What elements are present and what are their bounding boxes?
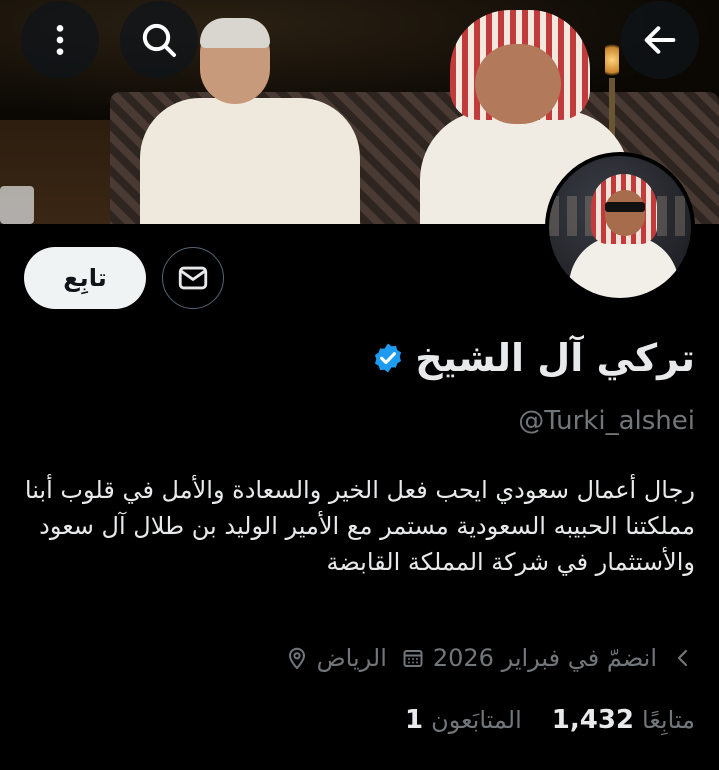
profile-bio: رجال أعمال سعودي ايحب فعل الخير والسعادة… — [24, 476, 695, 576]
location-pin-icon — [288, 647, 305, 670]
more-vertical-icon — [56, 25, 64, 55]
verified-badge-icon — [375, 343, 402, 373]
more-options-button[interactable] — [21, 1, 99, 79]
mail-icon — [178, 266, 208, 290]
profile-name-row: تركي آل الشيخ — [371, 330, 695, 386]
search-icon — [142, 23, 176, 57]
arrow-left-icon — [644, 26, 676, 54]
search-button[interactable] — [120, 1, 198, 79]
joined-item: انضمّ في فبراير 2026 — [401, 644, 657, 672]
follow-button[interactable]: تابِع — [24, 247, 146, 309]
followers-count: 1 — [404, 705, 424, 735]
following-count: 1,432 — [551, 705, 635, 735]
profile-name: تركي آل الشيخ — [415, 336, 695, 380]
chevron-left-icon[interactable] — [671, 646, 695, 670]
profile-avatar[interactable] — [545, 152, 695, 302]
banner-glass — [0, 186, 34, 224]
following-label: متابِعًا — [642, 706, 695, 734]
message-button[interactable] — [162, 247, 224, 309]
profile-meta: الرياض انضمّ في فبراير 2026 — [285, 638, 695, 678]
followers-link[interactable]: 1 المتابَعون — [405, 705, 522, 735]
profile-handle: @Turki_alshei — [518, 406, 695, 436]
joined-text: انضمّ في فبراير 2026 — [432, 644, 657, 672]
location-item: الرياض — [285, 644, 387, 672]
profile-stats: 1 المتابَعون 1,432 متابِعًا — [405, 700, 695, 740]
calendar-icon — [403, 650, 423, 667]
following-link[interactable]: 1,432 متابِعًا — [552, 705, 695, 735]
location-text: الرياض — [316, 644, 387, 672]
back-button[interactable] — [621, 1, 699, 79]
followers-label: المتابَعون — [431, 706, 522, 734]
